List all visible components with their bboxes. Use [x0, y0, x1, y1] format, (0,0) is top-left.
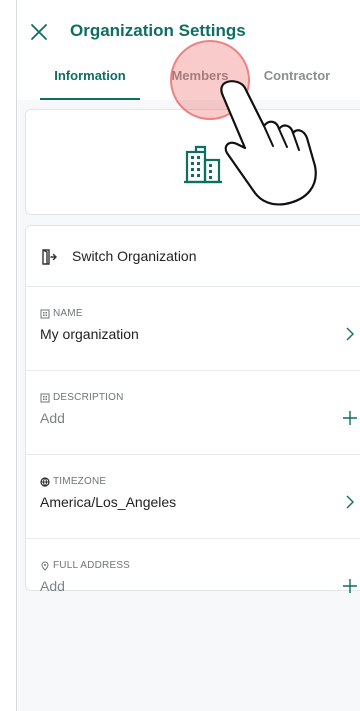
field-label: NAME	[53, 308, 83, 319]
field-label: TIMEZONE	[53, 476, 107, 487]
chevron-right-icon[interactable]	[342, 326, 358, 342]
field-label: FULL ADDRESS	[53, 560, 131, 571]
field-name[interactable]: NAME My organization	[26, 286, 360, 371]
tab-information[interactable]: Information	[40, 66, 140, 98]
switch-icon	[42, 249, 57, 265]
field-address-label-wrap: FULL ADDRESS	[40, 560, 130, 571]
organization-details-card: Switch Organization NAME My organization	[25, 225, 360, 594]
hand-pointer-icon	[220, 80, 317, 206]
switch-organization-label: Switch Organization	[72, 248, 197, 264]
field-value: My organization	[40, 326, 139, 342]
field-timezone[interactable]: TIMEZONE America/Los_Angeles	[26, 454, 360, 539]
app-frame: Organization Settings Information Member…	[16, 0, 360, 711]
plus-icon[interactable]	[342, 410, 358, 426]
building-small-icon	[40, 309, 50, 318]
field-description-label-wrap: DESCRIPTION	[40, 392, 124, 403]
switch-organization-button[interactable]: Switch Organization	[26, 226, 360, 287]
field-value: Add	[40, 578, 65, 594]
field-value: America/Los_Angeles	[40, 494, 177, 510]
active-tab-indicator	[40, 98, 140, 100]
field-timezone-label-wrap: TIMEZONE	[40, 476, 106, 487]
field-description[interactable]: DESCRIPTION Add	[26, 370, 360, 455]
chevron-right-icon[interactable]	[342, 494, 358, 510]
page-title: Organization Settings	[70, 21, 246, 40]
field-name-label-wrap: NAME	[40, 308, 83, 319]
globe-icon	[40, 476, 50, 487]
close-icon	[31, 24, 47, 40]
field-value: Add	[40, 410, 65, 426]
close-button[interactable]	[27, 20, 51, 44]
location-pin-icon	[41, 561, 49, 571]
building-small-icon	[40, 393, 50, 402]
plus-icon[interactable]	[342, 578, 358, 594]
field-label: DESCRIPTION	[53, 392, 124, 403]
field-full-address[interactable]: FULL ADDRESS Add	[26, 538, 360, 622]
